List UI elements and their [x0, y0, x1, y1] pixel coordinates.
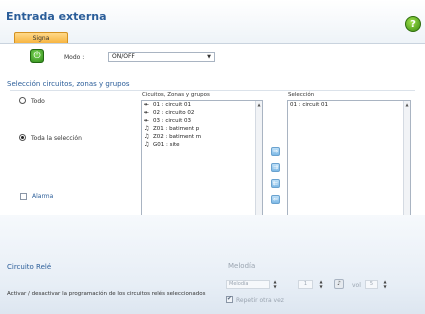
list-item[interactable]: ♫ Z01 : batiment p — [142, 125, 262, 133]
selection-section-title: Selección circuitos, zonas y grupos — [7, 80, 130, 88]
zone-icon: ♫ — [144, 133, 150, 140]
alarm-checkbox[interactable] — [20, 193, 27, 200]
list-item[interactable]: ↞ 01 : circuit 01 — [142, 101, 262, 109]
tab-divider — [0, 43, 425, 44]
bottom-panel — [0, 215, 425, 314]
melody-section-title: Melodía — [228, 262, 256, 270]
count-field[interactable]: 1 — [298, 280, 313, 289]
speaker-icon[interactable]: ♪ — [334, 279, 344, 289]
power-icon[interactable]: ⏻ — [30, 49, 44, 63]
relay-section-title: Circuito Relé — [7, 263, 52, 271]
page-title: Entrada externa — [6, 10, 107, 23]
section-divider — [10, 90, 415, 91]
remove-selected-button[interactable]: ⇐ — [271, 195, 280, 204]
scroll-up-icon[interactable]: ▲ — [404, 101, 410, 108]
repeat-label: Repetir otra vez — [236, 297, 284, 304]
melody-spinner[interactable]: ▲ ▼ — [272, 279, 278, 289]
list-item[interactable]: 01 : circuit 01 — [288, 101, 410, 109]
add-selected-button[interactable]: ⇒ — [271, 147, 280, 156]
circuit-icon: ↞ — [144, 109, 150, 116]
list-item[interactable]: ♫ Z02 : batiment m — [142, 133, 262, 141]
list-item[interactable]: ↞ 03 : circuit 03 — [142, 117, 262, 125]
header-bar: Entrada externa ? Signa — [0, 0, 425, 44]
selected-list-caption: Selección — [288, 92, 315, 98]
chevron-down-icon: ▼ — [207, 54, 211, 60]
add-all-button[interactable]: ⇉ — [271, 163, 280, 172]
relay-description: Activar / desactivar la programación de … — [7, 291, 206, 297]
circuit-icon: ↞ — [144, 117, 150, 124]
radio-toda-seleccion[interactable] — [19, 134, 26, 141]
vol-spinner[interactable]: ▲ ▼ — [382, 279, 388, 289]
list-item[interactable]: ↞ 02 : circuito 02 — [142, 109, 262, 117]
mode-select-value: ON/OFF — [112, 53, 135, 60]
help-icon[interactable]: ? — [405, 16, 421, 32]
radio-todo[interactable] — [19, 97, 26, 104]
mode-label: Modo : — [64, 54, 85, 61]
circuit-icon: ↞ — [144, 101, 150, 108]
radio-todo-label: Todo — [31, 98, 45, 105]
melody-field[interactable]: Melodía — [226, 280, 270, 289]
available-list-caption: Cicuitos, Zonas y grupos — [142, 92, 210, 98]
repeat-checkbox[interactable] — [226, 295, 233, 303]
group-icon: ♫ — [144, 141, 150, 148]
remove-all-button[interactable]: ⇇ — [271, 179, 280, 188]
vol-field[interactable]: 5 — [365, 280, 378, 289]
radio-toda-seleccion-label: Toda la selección — [31, 135, 82, 142]
scroll-up-icon[interactable]: ▲ — [256, 101, 262, 108]
alarm-label: Alarma — [32, 193, 54, 200]
count-spinner[interactable]: ▲ ▼ — [318, 279, 324, 289]
list-item[interactable]: ♫ G01 : site — [142, 141, 262, 149]
mode-select[interactable]: ON/OFF ▼ — [108, 52, 215, 62]
vol-label: vol — [352, 282, 361, 289]
zone-icon: ♫ — [144, 125, 150, 132]
